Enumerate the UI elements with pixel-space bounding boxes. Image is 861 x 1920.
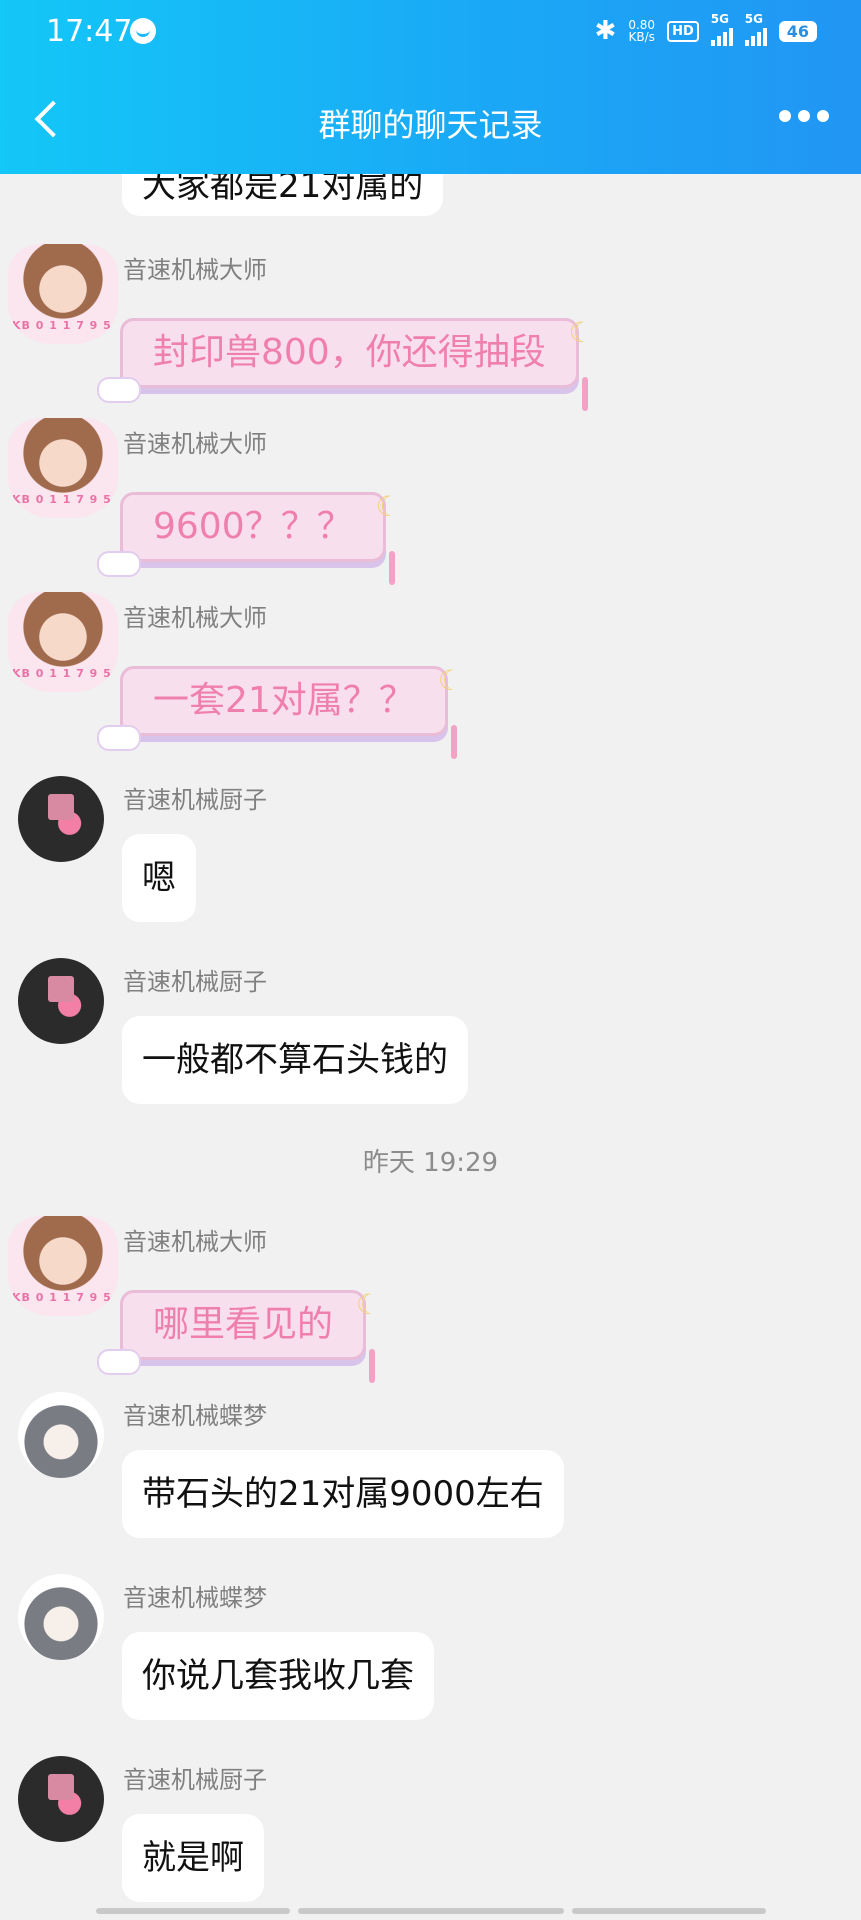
message-bubble[interactable]: 一般都不算石头钱的	[122, 1016, 468, 1104]
message-bubble[interactable]: 一套21对属？？ ☾	[97, 664, 463, 759]
status-time: 17:47	[46, 14, 133, 49]
message-text: 你说几套我收几套	[142, 1656, 414, 1696]
sender-name: 音速机械厨子	[123, 968, 267, 996]
cloud-decoration-icon	[97, 1349, 141, 1375]
sender-name: 音速机械厨子	[123, 1766, 267, 1794]
anime-girl-avatar[interactable]	[8, 1216, 118, 1316]
title-bar: 17:47 ✱ 0.80 KB/s HD 5G 5G 46 群聊的聊天记录	[0, 0, 861, 174]
cloud-decoration-icon	[97, 725, 141, 751]
pink-figure-avatar[interactable]	[18, 1756, 104, 1842]
scroll-indicator	[572, 1908, 766, 1914]
sim2-label: 5G	[744, 12, 763, 26]
signal-sim1-icon: 5G	[710, 12, 733, 46]
message-text: 嗯	[142, 858, 176, 898]
silver-hair-avatar[interactable]	[18, 1574, 104, 1660]
moon-decoration-icon: ☾	[355, 1288, 382, 1321]
ribbon-decoration-icon	[388, 551, 395, 585]
bluetooth-icon: ✱	[594, 16, 617, 46]
message-text: 哪里看见的	[153, 1304, 334, 1345]
signal-sim2-icon: 5G	[744, 12, 767, 46]
message-text: 带石头的21对属9000左右	[142, 1474, 544, 1514]
more-icon[interactable]	[779, 110, 829, 122]
cloud-decoration-icon	[97, 551, 141, 577]
message-bubble[interactable]: 你说几套我收几套	[122, 1632, 434, 1720]
moon-decoration-icon: ☾	[568, 316, 594, 349]
cloud-decoration-icon	[97, 377, 141, 403]
sender-name: 音速机械厨子	[123, 786, 267, 814]
message-text: 封印兽800，你还得抽段	[153, 332, 546, 373]
message-bubble[interactable]: 封印兽800，你还得抽段 ☾	[97, 316, 594, 411]
moon-decoration-icon: ☾	[375, 490, 401, 523]
ribbon-decoration-icon	[581, 377, 588, 411]
sender-name: 音速机械大师	[123, 256, 267, 284]
hd-badge: HD	[667, 20, 699, 42]
message-bubble[interactable]: 9600？？？ ☾	[97, 490, 401, 585]
anime-girl-avatar[interactable]	[8, 418, 118, 518]
anime-girl-avatar[interactable]	[8, 592, 118, 692]
pink-figure-avatar[interactable]	[18, 958, 104, 1044]
message-text: 就是啊	[142, 1838, 244, 1878]
sender-name: 音速机械蝶梦	[123, 1402, 267, 1430]
message-bubble[interactable]: 嗯	[122, 834, 196, 922]
ribbon-decoration-icon	[450, 725, 457, 759]
sender-name: 音速机械大师	[123, 1228, 267, 1256]
sender-name: 音速机械大师	[123, 604, 267, 632]
message-bubble[interactable]: 就是啊	[122, 1814, 264, 1902]
message-text: 一般都不算石头钱的	[142, 1040, 448, 1080]
network-speed: 0.80 KB/s	[628, 19, 655, 43]
message-bubble[interactable]: 哪里看见的 ☾	[97, 1288, 381, 1383]
scroll-indicator	[298, 1908, 564, 1914]
sender-name: 音速机械蝶梦	[123, 1584, 267, 1612]
silver-hair-avatar[interactable]	[18, 1392, 104, 1478]
battery-icon: 46	[778, 20, 817, 42]
ribbon-decoration-icon	[369, 1349, 376, 1383]
message-text: 一套21对属？？	[153, 680, 415, 721]
net-speed-unit: KB/s	[628, 30, 655, 44]
message-timestamp: 昨天 19:29	[362, 1148, 499, 1178]
status-icons: ✱ 0.80 KB/s HD 5G 5G 46	[594, 12, 817, 46]
anime-girl-avatar[interactable]	[8, 244, 118, 344]
message-text: 9600？？？	[153, 506, 353, 547]
sender-name: 音速机械大师	[123, 430, 267, 458]
message-bubble[interactable]: 带石头的21对属9000左右	[122, 1450, 564, 1538]
moon-decoration-icon: ☾	[437, 664, 463, 697]
scroll-indicator	[96, 1908, 290, 1914]
page-title: 群聊的聊天记录	[318, 106, 543, 144]
pink-figure-avatar[interactable]	[18, 776, 104, 862]
notification-app-icon	[130, 18, 156, 44]
sim1-label: 5G	[710, 12, 729, 26]
